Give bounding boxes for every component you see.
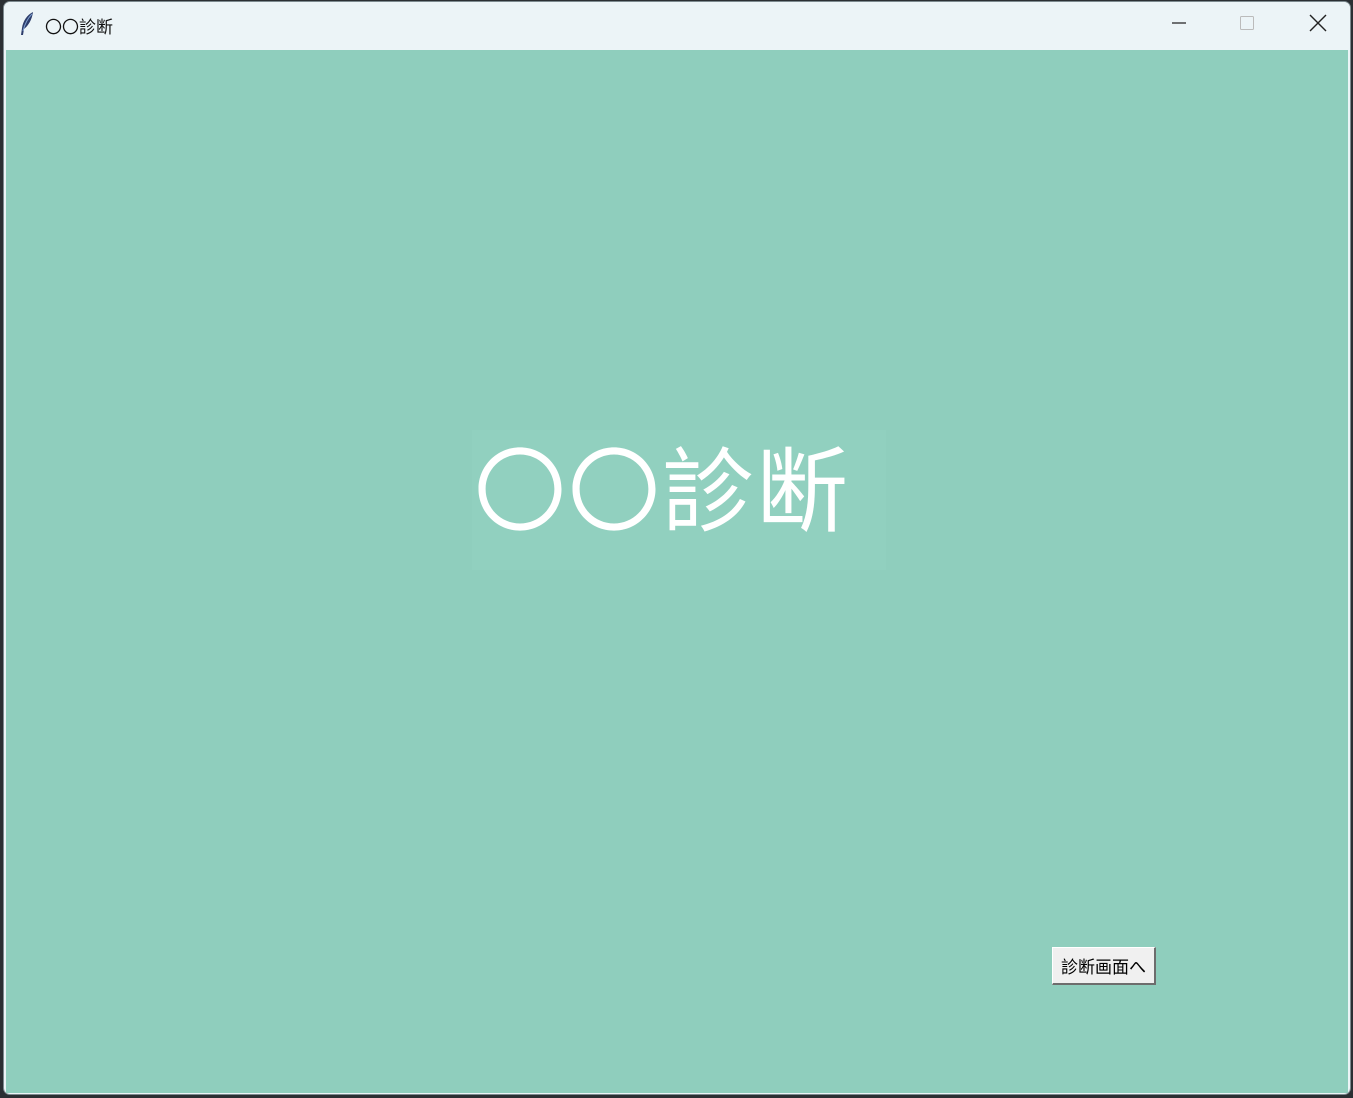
minimize-button[interactable]	[1145, 2, 1213, 48]
app-window: 〇〇診断 〇〇診断 診断画面へ	[3, 1, 1351, 1095]
window-title: 〇〇診断	[45, 18, 113, 38]
page-title: 〇〇診断	[474, 439, 851, 546]
feather-icon	[18, 11, 36, 37]
title-bar[interactable]: 〇〇診断	[4, 2, 1350, 48]
minimize-icon	[1171, 15, 1187, 35]
maximize-icon	[1239, 15, 1255, 35]
main-canvas: 〇〇診断 診断画面へ	[6, 50, 1348, 1093]
close-button[interactable]	[1284, 2, 1350, 48]
close-icon	[1309, 14, 1327, 36]
go-to-diagnosis-button[interactable]: 診断画面へ	[1052, 947, 1156, 985]
maximize-button[interactable]	[1213, 2, 1281, 48]
